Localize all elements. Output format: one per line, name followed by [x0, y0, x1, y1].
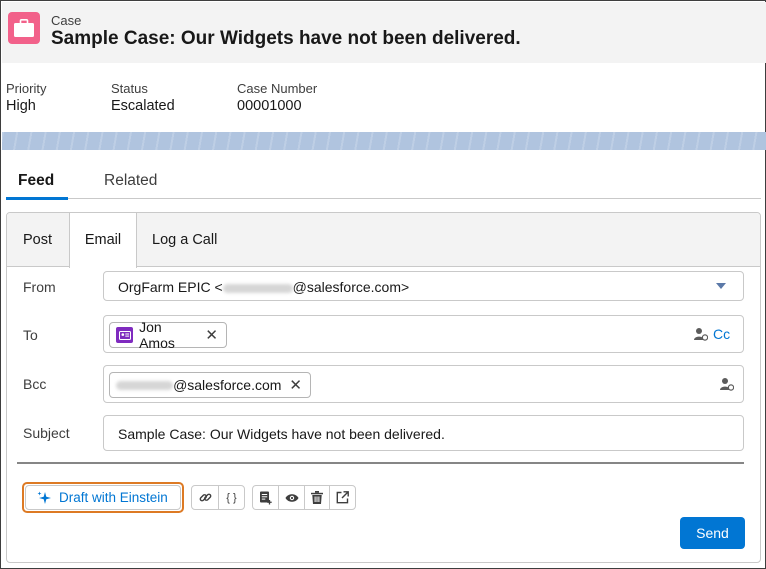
tab-feed[interactable]: Feed: [18, 172, 54, 190]
from-label: From: [23, 279, 56, 295]
subject-input[interactable]: Sample Case: Our Widgets have not been d…: [103, 415, 744, 451]
close-icon[interactable]: ✕: [205, 328, 218, 343]
tab-email[interactable]: Email: [69, 213, 137, 268]
from-value-suffix: @salesforce.com>: [292, 279, 410, 295]
page-title: Sample Case: Our Widgets have not been d…: [51, 28, 521, 49]
tab-post[interactable]: Post: [23, 213, 52, 267]
object-type-label: Case: [51, 13, 82, 28]
record-header: Case Sample Case: Our Widgets have not b…: [2, 2, 766, 63]
bcc-label: Bcc: [23, 376, 47, 392]
active-tab-indicator: [6, 197, 68, 200]
briefcase-icon: [14, 19, 34, 37]
delete-icon[interactable]: [303, 486, 330, 509]
status-label: Status: [111, 81, 148, 96]
cc-link[interactable]: Cc: [713, 326, 730, 342]
recipient-pill-bcc[interactable]: @salesforce.com ✕: [109, 372, 311, 398]
recipient-pill-jon-amos[interactable]: Jon Amos ✕: [109, 319, 227, 351]
pop-out-icon[interactable]: [329, 486, 355, 509]
close-icon[interactable]: ✕: [289, 378, 302, 393]
chevron-down-icon: [716, 283, 726, 289]
einstein-button-label: Draft with Einstein: [59, 490, 168, 505]
tab-related[interactable]: Related: [104, 172, 157, 190]
subject-label: Subject: [23, 425, 70, 441]
case-number-value: 00001000: [237, 98, 302, 114]
case-object-icon: [8, 12, 40, 44]
recipient-name: Jon Amos: [139, 319, 175, 351]
priority-value: High: [6, 98, 36, 114]
person-add-icon[interactable]: [694, 327, 708, 341]
editor-divider: [17, 462, 744, 464]
case-number-label: Case Number: [237, 81, 318, 96]
merge-field-icon[interactable]: { }: [218, 486, 244, 509]
from-value-prefix: OrgFarm EPIC <: [118, 279, 223, 295]
draft-with-einstein-button[interactable]: Draft with Einstein: [25, 485, 181, 510]
send-button[interactable]: Send: [680, 517, 745, 549]
publisher-tabset: Post Email Log a Call: [7, 213, 760, 268]
app-frame: Case Sample Case: Our Widgets have not b…: [0, 0, 766, 569]
preview-icon[interactable]: [278, 486, 304, 509]
decorative-band: [2, 132, 766, 150]
status-value: Escalated: [111, 98, 175, 114]
to-label: To: [23, 327, 38, 343]
main-tabset: Feed Related: [6, 167, 761, 200]
contact-card-icon: [116, 327, 134, 343]
redacted-text: [116, 380, 174, 390]
sparkle-icon: [37, 491, 51, 504]
tab-log-a-call[interactable]: Log a Call: [152, 213, 217, 267]
priority-label: Priority: [6, 81, 47, 96]
bcc-recipient-suffix: @salesforce.com: [173, 377, 282, 393]
person-add-icon[interactable]: [720, 377, 734, 391]
insert-toolbar-group: { }: [191, 485, 245, 510]
template-icon[interactable]: [253, 486, 278, 509]
subject-value: Sample Case: Our Widgets have not been d…: [118, 426, 445, 442]
link-icon[interactable]: [192, 486, 218, 509]
from-value: OrgFarm EPIC < @salesforce.com>: [118, 279, 409, 295]
redacted-text: [222, 283, 293, 293]
template-toolbar-group: [252, 485, 356, 510]
from-select[interactable]: OrgFarm EPIC < @salesforce.com>: [103, 271, 744, 301]
